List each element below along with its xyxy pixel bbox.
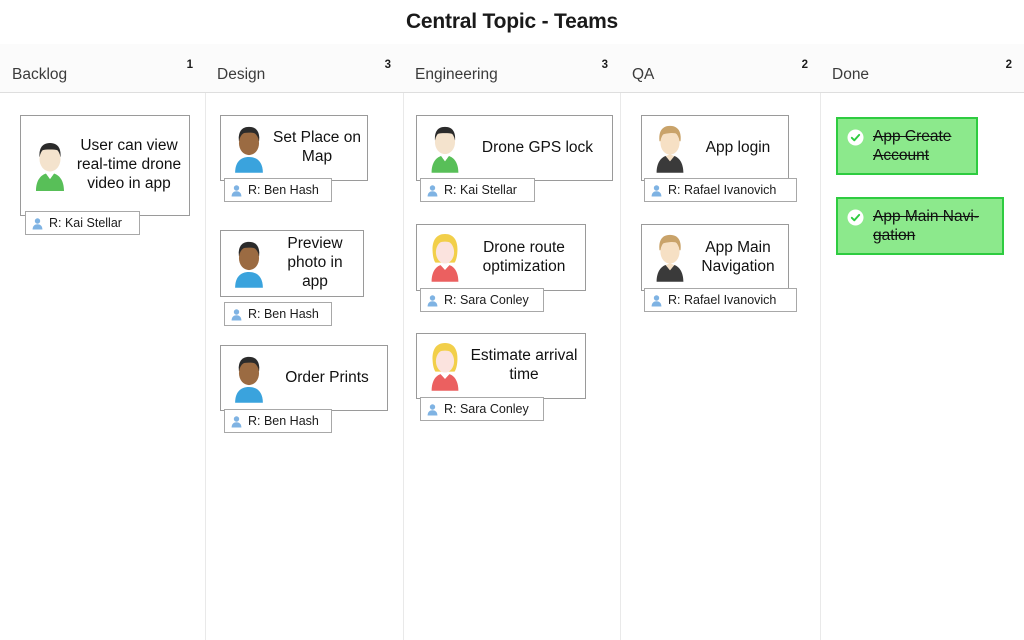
assignee-name: R: Ben Hash <box>248 414 319 428</box>
page-title: Central Topic - Teams <box>405 10 619 33</box>
column-header-engineering[interactable]: Engineering 3 <box>403 44 620 92</box>
column-title: QA <box>632 66 655 83</box>
assignee-tag[interactable]: R: Sara Conley <box>420 397 544 421</box>
column-count-badge: 2 <box>1005 59 1012 71</box>
column-divider <box>820 93 821 640</box>
task-card[interactable]: App Main Navigation <box>641 224 789 291</box>
assignee-name: R: Rafael Ivanovich <box>668 183 777 197</box>
task-card-title: App Create Account <box>873 128 952 164</box>
person-icon <box>231 184 242 196</box>
task-card-done[interactable]: App Main Navi-gation <box>836 197 1004 255</box>
column-title: Done <box>832 66 870 83</box>
assignee-name: R: Ben Hash <box>248 307 319 321</box>
person-icon <box>231 415 242 427</box>
avatar-ben-hash <box>227 119 271 178</box>
task-card-title: Order Prints <box>285 368 369 386</box>
task-card-title: App login <box>705 138 771 156</box>
column-count-badge: 3 <box>601 59 608 71</box>
assignee-name: R: Rafael Ivanovich <box>668 293 777 307</box>
person-icon <box>427 294 438 306</box>
assignee-tag[interactable]: R: Rafael Ivanovich <box>644 178 797 202</box>
column-header-design[interactable]: Design 3 <box>205 44 403 92</box>
person-icon <box>231 308 242 320</box>
column-divider <box>620 93 621 640</box>
assignee-name: R: Sara Conley <box>444 293 529 307</box>
assignee-name: R: Ben Hash <box>248 183 319 197</box>
column-count-badge: 3 <box>384 59 391 71</box>
task-card-title: Drone route optimization <box>482 238 566 275</box>
task-card-done[interactable]: App Create Account <box>836 117 978 175</box>
column-title: Backlog <box>12 66 68 83</box>
assignee-tag[interactable]: R: Kai Stellar <box>420 178 535 202</box>
task-card-title: App Main Navi-gation <box>873 208 979 244</box>
person-icon <box>427 184 438 196</box>
avatar-rafael-ivanovich <box>648 119 692 178</box>
task-card-title: User can view real-time drone video in a… <box>76 137 182 192</box>
column-title: Design <box>217 66 266 83</box>
task-card[interactable]: Drone GPS lock <box>416 115 613 181</box>
column-header-backlog[interactable]: Backlog 1 <box>0 44 205 92</box>
check-circle-icon <box>847 129 864 151</box>
task-card[interactable]: Set Place on Map <box>220 115 368 181</box>
task-card[interactable]: Estimate arrival time <box>416 333 586 399</box>
person-icon <box>32 217 43 229</box>
column-title: Engineering <box>415 66 498 83</box>
task-card[interactable]: Preview photo in app <box>220 230 364 297</box>
column-count-badge: 1 <box>186 59 193 71</box>
avatar-ben-hash <box>227 349 271 408</box>
assignee-tag[interactable]: R: Ben Hash <box>224 409 332 433</box>
check-circle-icon <box>847 209 864 231</box>
assignee-name: R: Kai Stellar <box>49 216 122 230</box>
avatar-kai-stellar <box>423 119 467 178</box>
task-card-title: Set Place on Map <box>273 129 361 165</box>
assignee-name: R: Sara Conley <box>444 402 529 416</box>
column-divider <box>205 93 206 640</box>
avatar-sara-conley <box>423 337 467 396</box>
task-card[interactable]: Drone route optimization <box>416 224 586 291</box>
column-header-qa[interactable]: QA 2 <box>620 44 820 92</box>
assignee-tag[interactable]: R: Rafael Ivanovich <box>644 288 797 312</box>
task-card-title: Preview photo in app <box>287 235 343 290</box>
column-divider <box>403 93 404 640</box>
task-card[interactable]: User can view real-time drone video in a… <box>20 115 190 216</box>
assignee-name: R: Kai Stellar <box>444 183 517 197</box>
column-header-done[interactable]: Done 2 <box>820 44 1024 92</box>
avatar-rafael-ivanovich <box>648 228 692 287</box>
column-count-badge: 2 <box>801 59 808 71</box>
assignee-tag[interactable]: R: Kai Stellar <box>25 211 140 235</box>
task-card[interactable]: Order Prints <box>220 345 388 411</box>
task-card-title: Estimate arrival time <box>470 347 578 383</box>
assignee-tag[interactable]: R: Ben Hash <box>224 302 332 326</box>
avatar-ben-hash <box>227 234 271 293</box>
task-card-title: Drone GPS lock <box>481 138 594 156</box>
person-icon <box>651 294 662 306</box>
assignee-tag[interactable]: R: Ben Hash <box>224 178 332 202</box>
person-icon <box>427 403 438 415</box>
avatar-kai-stellar <box>27 135 73 196</box>
task-card-title: App Main Navigation <box>701 238 775 275</box>
avatar-sara-conley <box>423 228 467 287</box>
person-icon <box>651 184 662 196</box>
task-card[interactable]: App login <box>641 115 789 181</box>
assignee-tag[interactable]: R: Sara Conley <box>420 288 544 312</box>
